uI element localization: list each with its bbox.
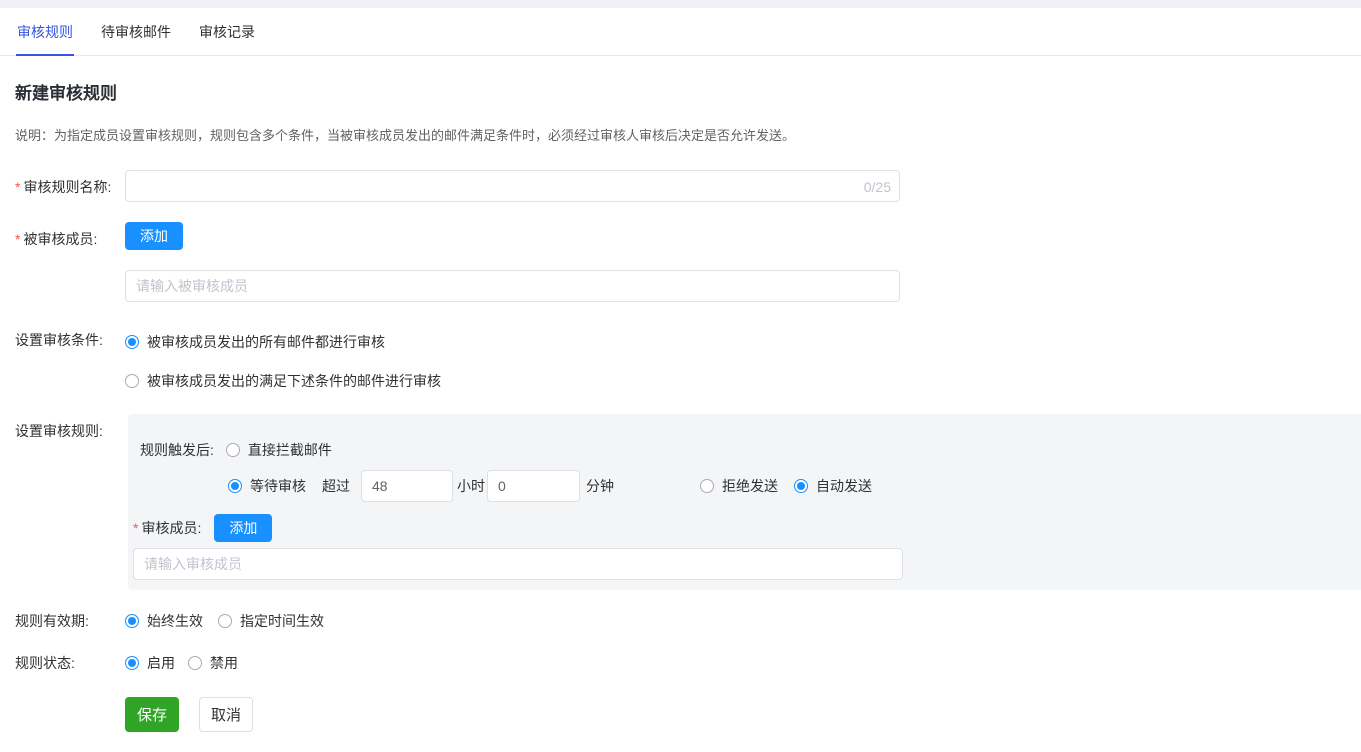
status-label: 规则状态: bbox=[15, 653, 125, 673]
add-auditor-button[interactable]: 添加 bbox=[214, 514, 272, 542]
radio-checked-icon[interactable] bbox=[228, 479, 242, 493]
validity-row: 规则有效期: 始终生效 指定时间生效 bbox=[15, 611, 1361, 631]
trigger-line: 规则触发后: 直接拦截邮件 bbox=[128, 440, 1361, 460]
auditor-label: *审核成员: bbox=[133, 518, 201, 538]
radio-unchecked-icon[interactable] bbox=[218, 614, 232, 628]
auditor-input-line bbox=[128, 548, 1361, 580]
radio-unchecked-icon[interactable] bbox=[125, 374, 139, 388]
audit-condition-label: 设置审核条件: bbox=[15, 330, 125, 350]
page-description: 说明：为指定成员设置审核规则，规则包含多个条件，当被审核成员发出的邮件满足条件时… bbox=[15, 125, 1361, 144]
audit-rule-row: 设置审核规则: 规则触发后: 直接拦截邮件 等待审核 超过 小时 分钟 bbox=[15, 414, 1361, 590]
action-buttons: 保存 取消 bbox=[125, 697, 1361, 732]
required-asterisk: * bbox=[15, 179, 20, 195]
required-asterisk: * bbox=[15, 231, 20, 247]
audited-members-input[interactable] bbox=[125, 270, 900, 302]
cancel-button[interactable]: 取消 bbox=[199, 697, 253, 732]
validity-option-scheduled[interactable]: 指定时间生效 bbox=[218, 611, 324, 631]
condition-option-all[interactable]: 被审核成员发出的所有邮件都进行审核 bbox=[125, 330, 441, 352]
page-title: 新建审核规则 bbox=[15, 79, 1361, 104]
auditor-line: *审核成员: 添加 bbox=[128, 514, 1361, 542]
trigger-option-wait[interactable]: 等待审核 bbox=[228, 476, 306, 496]
tab-audit-rules[interactable]: 审核规则 bbox=[16, 8, 74, 55]
tabbar: 审核规则 待审核邮件 审核记录 bbox=[0, 8, 1361, 56]
rule-name-row: *审核规则名称: 0/25 bbox=[15, 170, 1361, 202]
status-option-enabled[interactable]: 启用 bbox=[125, 653, 175, 673]
timeout-option-reject[interactable]: 拒绝发送 bbox=[700, 476, 778, 496]
validity-options: 始终生效 指定时间生效 bbox=[125, 611, 324, 631]
audited-members-input-line bbox=[125, 270, 900, 302]
audit-condition-options: 被审核成员发出的所有邮件都进行审核 被审核成员发出的满足下述条件的邮件进行审核 bbox=[125, 330, 441, 391]
char-counter: 0/25 bbox=[864, 171, 891, 203]
radio-unchecked-icon[interactable] bbox=[700, 479, 714, 493]
validity-label: 规则有效期: bbox=[15, 611, 125, 631]
tab-audit-records[interactable]: 审核记录 bbox=[198, 8, 256, 55]
status-options: 启用 禁用 bbox=[125, 653, 238, 673]
radio-checked-icon[interactable] bbox=[125, 335, 139, 349]
timeout-hours-input[interactable] bbox=[361, 470, 453, 502]
auditor-input[interactable] bbox=[133, 548, 903, 580]
validity-option-always[interactable]: 始终生效 bbox=[125, 611, 203, 631]
trigger-option-intercept[interactable]: 直接拦截邮件 bbox=[226, 440, 332, 460]
audited-members-label: *被审核成员: bbox=[15, 222, 125, 249]
save-button[interactable]: 保存 bbox=[125, 697, 179, 732]
status-option-disabled[interactable]: 禁用 bbox=[188, 653, 238, 673]
audit-condition-row: 设置审核条件: 被审核成员发出的所有邮件都进行审核 被审核成员发出的满足下述条件… bbox=[15, 330, 1361, 391]
audited-members-row: *被审核成员: 添加 bbox=[15, 222, 1361, 302]
radio-unchecked-icon[interactable] bbox=[188, 656, 202, 670]
radio-checked-icon[interactable] bbox=[794, 479, 808, 493]
wait-line: 等待审核 超过 小时 分钟 拒绝发送 自动发送 bbox=[128, 470, 1361, 502]
required-asterisk: * bbox=[133, 520, 138, 536]
radio-checked-icon[interactable] bbox=[125, 614, 139, 628]
status-row: 规则状态: 启用 禁用 bbox=[15, 653, 1361, 673]
rule-name-label: *审核规则名称: bbox=[15, 170, 125, 197]
radio-unchecked-icon[interactable] bbox=[226, 443, 240, 457]
top-strip bbox=[0, 0, 1361, 8]
hours-unit-label: 小时 bbox=[457, 476, 485, 496]
rule-name-input-wrap: 0/25 bbox=[125, 170, 900, 202]
over-label: 超过 bbox=[322, 476, 350, 496]
main-content: 新建审核规则 说明：为指定成员设置审核规则，规则包含多个条件，当被审核成员发出的… bbox=[0, 79, 1361, 752]
radio-checked-icon[interactable] bbox=[125, 656, 139, 670]
timeout-minutes-input[interactable] bbox=[487, 470, 580, 502]
tab-pending-mails[interactable]: 待审核邮件 bbox=[100, 8, 172, 55]
minutes-unit-label: 分钟 bbox=[586, 476, 614, 496]
audit-rule-panel: 规则触发后: 直接拦截邮件 等待审核 超过 小时 分钟 拒绝发送 bbox=[128, 414, 1361, 590]
audit-rule-label: 设置审核规则: bbox=[15, 414, 125, 441]
timeout-option-autosend[interactable]: 自动发送 bbox=[794, 476, 872, 496]
add-audited-member-button[interactable]: 添加 bbox=[125, 222, 183, 250]
audited-members-controls: 添加 bbox=[125, 222, 900, 302]
condition-option-filtered[interactable]: 被审核成员发出的满足下述条件的邮件进行审核 bbox=[125, 369, 441, 391]
rule-name-input[interactable] bbox=[126, 171, 899, 201]
trigger-label: 规则触发后: bbox=[140, 440, 214, 460]
